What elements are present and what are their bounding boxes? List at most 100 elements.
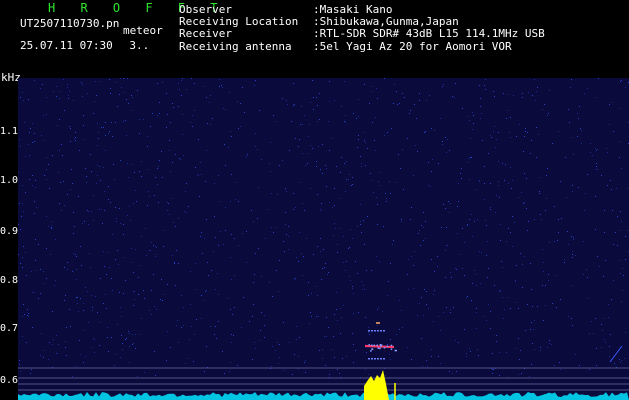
noise-dot	[539, 177, 540, 178]
noise-dot	[133, 305, 134, 306]
noise-dot	[28, 99, 29, 100]
noise-dot	[132, 97, 133, 98]
noise-dot	[158, 202, 159, 203]
noise-dot	[620, 362, 621, 363]
noise-dot	[103, 303, 104, 304]
noise-dot	[53, 339, 54, 340]
noise-dot	[322, 144, 323, 145]
noise-dot	[490, 311, 491, 312]
noise-dot	[299, 232, 300, 233]
meteor-halo-dot	[379, 343, 382, 346]
noise-dot	[384, 78, 385, 79]
noise-dot	[195, 263, 196, 264]
noise-dot	[516, 302, 517, 303]
noise-dot	[194, 83, 195, 84]
noise-dot	[151, 290, 152, 291]
noise-dot	[25, 192, 26, 193]
noise-dot	[317, 246, 318, 247]
noise-dot	[466, 356, 467, 357]
noise-dot	[31, 271, 32, 272]
noise-dot	[482, 140, 483, 141]
noise-dot	[269, 163, 270, 164]
noise-dot	[224, 144, 225, 145]
noise-dot	[225, 230, 226, 231]
noise-dot	[207, 262, 208, 263]
noise-dot	[150, 250, 151, 251]
noise-dot	[83, 362, 84, 363]
noise-dot	[360, 221, 361, 222]
noise-dot	[117, 106, 118, 107]
noise-dot	[461, 178, 462, 179]
noise-dot	[234, 307, 235, 308]
noise-dot	[358, 135, 359, 136]
noise-dot	[461, 168, 462, 169]
noise-dot	[18, 172, 19, 173]
noise-dot	[506, 118, 507, 119]
noise-dot	[556, 307, 557, 308]
noise-dot	[560, 181, 561, 182]
noise-dot	[451, 277, 452, 278]
noise-dot	[192, 126, 193, 127]
noise-dot	[43, 357, 44, 358]
noise-dot	[273, 232, 274, 233]
noise-dot	[218, 245, 219, 246]
noise-dot	[178, 106, 179, 107]
noise-dot	[500, 224, 501, 225]
noise-dot	[500, 290, 501, 291]
noise-dot	[308, 295, 309, 296]
noise-dot	[409, 113, 410, 114]
noise-dot	[496, 341, 497, 342]
noise-dot	[620, 211, 621, 212]
noise-dot	[93, 113, 94, 114]
noise-dot	[376, 88, 377, 89]
noise-dot	[241, 327, 242, 328]
noise-dot	[179, 158, 180, 159]
noise-dot	[487, 241, 488, 242]
noise-dot	[285, 188, 286, 189]
noise-dot	[604, 210, 605, 211]
noise-dot	[490, 183, 491, 184]
noise-dot	[190, 304, 191, 305]
noise-dot	[512, 246, 513, 247]
noise-dot	[572, 325, 573, 326]
noise-dot	[275, 227, 276, 228]
noise-dot	[108, 186, 109, 187]
noise-dot	[206, 290, 207, 291]
noise-dot	[350, 280, 351, 281]
noise-dot	[510, 232, 511, 233]
noise-dot	[195, 167, 196, 168]
noise-dot	[190, 122, 191, 123]
noise-dot	[204, 238, 205, 239]
noise-dot	[87, 291, 88, 292]
noise-dot	[492, 353, 493, 354]
noise-dot	[508, 94, 509, 95]
noise-dot	[46, 97, 47, 98]
noise-dot	[185, 363, 186, 364]
noise-dot	[289, 150, 290, 151]
noise-dot	[622, 268, 623, 269]
noise-dot	[133, 291, 134, 292]
noise-dot	[448, 201, 449, 202]
noise-dot	[543, 320, 544, 321]
noise-dot	[76, 256, 77, 257]
noise-dot	[112, 136, 113, 137]
noise-dot	[453, 307, 454, 308]
noise-dot	[260, 330, 261, 331]
noise-dot	[99, 209, 100, 210]
noise-dot	[109, 267, 110, 268]
noise-dot	[397, 104, 398, 105]
noise-dot	[68, 95, 69, 96]
noise-dot	[97, 165, 98, 166]
noise-dot	[254, 274, 255, 275]
noise-dot	[22, 257, 23, 258]
spectrogram	[18, 78, 629, 400]
noise-dot	[123, 293, 124, 294]
noise-dot	[116, 221, 117, 222]
noise-dot	[175, 285, 176, 286]
metadata-panel: Observer:Masaki Kano Receiving Location:…	[179, 3, 545, 53]
noise-dot	[76, 366, 77, 367]
noise-dot	[498, 185, 499, 186]
noise-dot	[602, 330, 603, 331]
noise-dot	[433, 321, 434, 322]
noise-dot	[561, 218, 562, 219]
